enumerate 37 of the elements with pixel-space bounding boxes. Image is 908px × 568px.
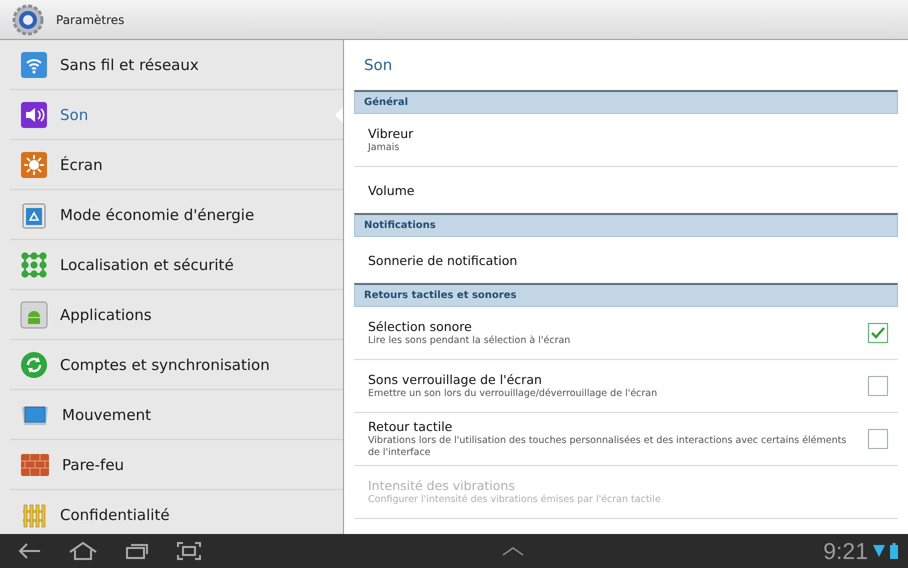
dot-grid-icon: [20, 250, 48, 278]
screenshot-button[interactable]: [176, 541, 202, 561]
setting-row: Intensité des vibrations Configurer l'intensité des vibrations émises par l'écran tactile: [354, 466, 898, 519]
setting-row[interactable]: Sélection sonore Lire les sons pendant la sélection à l'écran: [354, 307, 898, 360]
section-header: Retours tactiles et sonores: [354, 283, 898, 307]
setting-row[interactable]: Volume: [354, 167, 898, 213]
sync-icon: [20, 350, 48, 378]
sidebar-item[interactable]: Écran: [10, 140, 343, 190]
checkbox[interactable]: [868, 429, 888, 449]
sidebar-item[interactable]: Sans fil et réseaux: [10, 40, 343, 90]
window-title: Paramètres: [56, 12, 124, 26]
section-header: Notifications: [354, 213, 898, 237]
sidebar-item[interactable]: Comptes et synchronisation: [10, 340, 343, 390]
sidebar-item[interactable]: Pare-feu: [10, 440, 343, 490]
home-button[interactable]: [68, 541, 98, 561]
setting-row[interactable]: Sons verrouillage de l'écran Emettre un son lors du verrouillage/déverrouillage de l'écran: [354, 360, 898, 413]
sidebar-item[interactable]: Localisation et sécurité: [10, 240, 343, 290]
checkbox[interactable]: [868, 323, 888, 343]
setting-row[interactable]: Retour tactile Vibrations lors de l'utilisation des touches personnalisées et des interactions avec certains éléments de l'interface: [354, 413, 898, 466]
chevron-up-button[interactable]: [500, 545, 525, 557]
recent-apps-button[interactable]: [124, 541, 150, 561]
sidebar-item[interactable]: Mouvement: [10, 390, 343, 440]
settings-icon: [12, 4, 44, 36]
sidebar-item[interactable]: Mode économie d'énergie: [10, 190, 343, 240]
section-header: Général: [354, 90, 898, 114]
setting-row[interactable]: Vibreur Jamais: [354, 114, 898, 167]
back-button[interactable]: [16, 541, 42, 561]
checkbox[interactable]: [868, 376, 888, 396]
sidebar-item[interactable]: Applications: [10, 290, 343, 340]
panel-title: Son: [363, 55, 394, 76]
wifi-icon: [20, 50, 48, 78]
speaker-icon: [20, 100, 48, 128]
wifi-icon: [872, 544, 886, 558]
setting-row[interactable]: Sonnerie de notification: [354, 237, 898, 283]
brightness-icon: [20, 150, 48, 178]
clock: 9:21: [823, 538, 868, 564]
battery-icon: [890, 543, 898, 559]
